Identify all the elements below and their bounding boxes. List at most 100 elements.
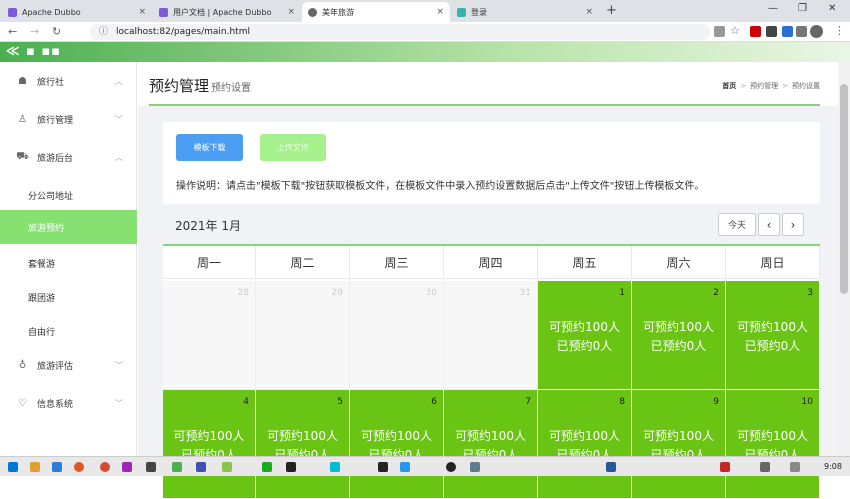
day-number: 8 — [619, 397, 625, 407]
weekday-header: 周一 — [163, 246, 256, 279]
calendar-day-cell[interactable]: 6 可预约100人 已预约0人 — [350, 390, 444, 499]
tray-icon[interactable] — [760, 462, 770, 472]
page-scrollbar[interactable] — [838, 62, 850, 462]
calendar-day-cell[interactable]: 8 可预约100人 已预约0人 — [538, 390, 632, 499]
taskbar-clock: 9:08 — [824, 462, 842, 471]
back-arrow-icon[interactable]: ← — [8, 25, 17, 38]
browser-tab[interactable]: 登录 × — [451, 2, 599, 22]
app-icon[interactable] — [330, 462, 340, 472]
bookmark-star-icon[interactable]: ☆ — [730, 24, 740, 37]
file-explorer-icon[interactable] — [30, 462, 40, 472]
word-icon[interactable] — [606, 462, 616, 472]
breadcrumb: 首页 > 预约管理 > 预约设置 — [722, 81, 820, 91]
breadcrumb-separator: > — [740, 82, 747, 90]
extension-icon[interactable] — [766, 26, 777, 37]
new-tab-button[interactable]: + — [606, 3, 617, 18]
calendar-month-label: 2021年 1月 — [175, 219, 241, 233]
available-count: 可预约100人 — [643, 320, 714, 334]
weekday-header: 周日 — [726, 246, 820, 279]
reload-icon[interactable]: ↻ — [52, 25, 61, 38]
volume-icon[interactable] — [790, 462, 800, 472]
calendar-day-cell[interactable]: 3 可预约100人 已预约0人 — [726, 281, 820, 390]
sidebar-item-travel-evaluation[interactable]: ♁ 旅游评估 ﹀ — [0, 346, 137, 384]
bus-icon: ⛟ — [16, 150, 29, 162]
prev-month-button[interactable]: ‹ — [758, 213, 780, 236]
sidebar-item-info-system[interactable]: ♡ 信息系统 ﹀ — [0, 384, 137, 422]
app-icon[interactable] — [286, 462, 296, 472]
forward-arrow-icon[interactable]: → — [30, 25, 39, 38]
calendar-day-cell[interactable]: 10 可预约100人 已预约0人 — [726, 390, 820, 499]
app-icon[interactable] — [52, 462, 62, 472]
day-number: 10 — [801, 397, 813, 407]
sidebar-item-free-travel[interactable]: 自由行 — [0, 312, 137, 350]
translate-extension-icon[interactable] — [714, 26, 725, 37]
app-icon[interactable] — [446, 462, 456, 472]
profile-avatar[interactable] — [810, 25, 823, 38]
app-icon[interactable] — [470, 462, 480, 472]
sidebar-item-branch-address[interactable]: 分公司地址 — [0, 176, 137, 214]
page-header: 预约管理 预约设置 首页 > 预约管理 > 预约设置 — [138, 62, 838, 106]
calendar-day-other-month[interactable]: 28 — [163, 281, 256, 390]
calendar-day-cell[interactable]: 2 可预约100人 已预约0人 — [632, 281, 726, 390]
app-header: ≪ ▪ ▪▪ — [0, 42, 850, 62]
close-tab-icon[interactable]: × — [585, 7, 593, 17]
intellij-icon[interactable] — [378, 462, 388, 472]
sidebar-item-travel-booking[interactable]: 旅游预约 — [0, 210, 137, 244]
close-tab-icon[interactable]: × — [436, 7, 444, 17]
start-icon[interactable] — [8, 462, 18, 472]
info-icon: ⓘ — [99, 27, 109, 37]
app-icon[interactable] — [400, 462, 410, 472]
browser-tab-active[interactable]: 美年旅游 × — [302, 2, 450, 22]
browser-tab[interactable]: 用户文档 | Apache Dubbo × — [153, 2, 301, 22]
close-tab-icon[interactable]: × — [287, 7, 295, 17]
wechat-icon[interactable] — [262, 462, 272, 472]
template-download-button[interactable]: 模板下载 — [176, 134, 243, 161]
header-divider — [149, 104, 820, 106]
app-icon[interactable] — [196, 462, 206, 472]
scrollbar-thumb[interactable] — [840, 84, 848, 294]
available-count: 可预约100人 — [361, 429, 432, 443]
chrome-icon[interactable] — [100, 462, 110, 472]
calendar-day-cell[interactable]: 1 可预约100人 已预约0人 — [538, 281, 632, 390]
close-tab-icon[interactable]: × — [138, 7, 146, 17]
onenote-icon[interactable] — [122, 462, 132, 472]
available-count: 可预约100人 — [737, 429, 808, 443]
calendar-day-cell[interactable]: 4 可预约100人 已预约0人 — [163, 390, 256, 499]
extension-icon[interactable] — [782, 26, 793, 37]
operation-panel: 模板下载 上传文件 操作说明：请点击"模板下载"按钮获取模板文件，在模板文件中录… — [163, 122, 820, 204]
firefox-icon[interactable] — [74, 462, 84, 472]
app-icon[interactable] — [222, 462, 232, 472]
app-icon[interactable] — [172, 462, 182, 472]
next-month-button[interactable]: › — [782, 213, 804, 236]
browser-menu-icon[interactable]: ⋮ — [834, 24, 845, 37]
app-icon[interactable] — [146, 462, 156, 472]
minimize-icon[interactable]: — — [768, 3, 778, 14]
calendar-day-cell[interactable]: 5 可预约100人 已预约0人 — [256, 390, 350, 499]
day-number: 3 — [807, 288, 813, 298]
calendar-day-other-month[interactable]: 31 — [444, 281, 538, 390]
day-number: 31 — [519, 288, 531, 298]
breadcrumb-home[interactable]: 首页 — [722, 82, 736, 90]
url-input[interactable]: ⓘ localhost:82/pages/main.html — [90, 24, 710, 40]
extension-icon[interactable] — [750, 26, 761, 37]
today-button[interactable]: 今天 — [718, 213, 756, 236]
extension-icon[interactable] — [796, 26, 807, 37]
booking-calendar: 周一 周二 周三 周四 周五 周六 周日 28 29 30 31 1 可预约100人 已预约0人 2 可预约1… — [163, 244, 820, 499]
tray-icon[interactable] — [720, 462, 730, 472]
window-close-icon[interactable]: ✕ — [828, 3, 836, 14]
calendar-day-other-month[interactable]: 29 — [256, 281, 350, 390]
calendar-day-other-month[interactable]: 30 — [350, 281, 444, 390]
browser-tab[interactable]: Apache Dubbo × — [2, 2, 152, 22]
sidebar-item-travel-agency[interactable]: ☗ 旅行社 ︿ — [0, 62, 137, 100]
sidebar-item-package-tour[interactable]: 套餐游 — [0, 244, 137, 282]
sidebar-item-group-tour[interactable]: 跟团游 — [0, 278, 137, 316]
available-count: 可预约100人 — [173, 429, 245, 443]
sidebar-item-travel-backend[interactable]: ⛟ 旅游后台 ︿ — [0, 138, 137, 176]
restore-icon[interactable]: ❐ — [798, 3, 807, 14]
calendar-day-cell[interactable]: 7 可预约100人 已预约0人 — [444, 390, 538, 499]
upload-file-button[interactable]: 上传文件 — [260, 134, 326, 161]
breadcrumb-item[interactable]: 预约管理 — [750, 82, 778, 90]
dubbo-favicon-icon — [159, 7, 168, 17]
sidebar-item-travel-management[interactable]: ♙ 旅行管理 ﹀ — [0, 100, 137, 138]
calendar-day-cell[interactable]: 9 可预约100人 已预约0人 — [632, 390, 726, 499]
